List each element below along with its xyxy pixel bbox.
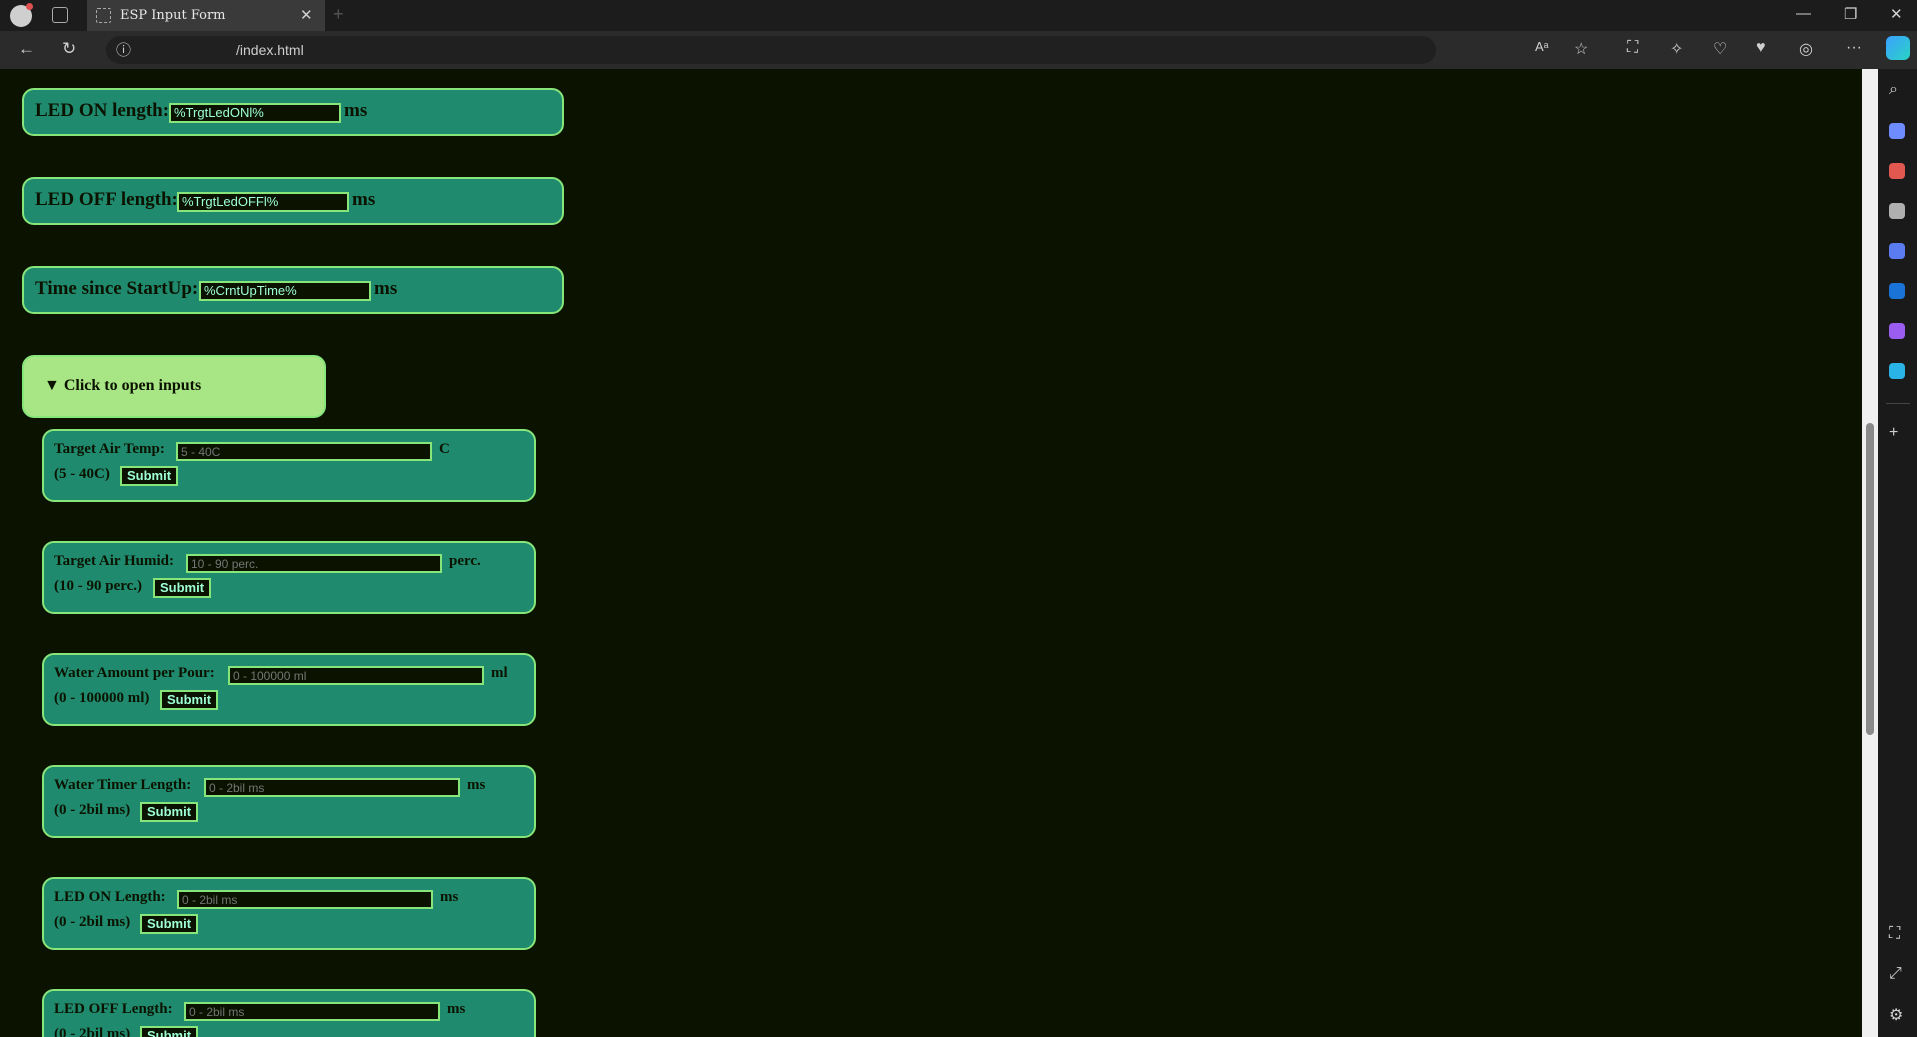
water-timer-input[interactable] [204, 778, 460, 797]
field-unit: ml [491, 665, 508, 681]
submit-button[interactable]: Submit [140, 802, 199, 822]
field-unit: perc. [449, 553, 481, 569]
url-text[interactable]: /index.html [236, 42, 304, 58]
field-range: (0 - 100000 ml) [54, 690, 150, 706]
edge-sidebar: ⌕ + ⛶ ⤢ ⚙ [1878, 69, 1917, 1037]
minimize-icon[interactable]: — [1796, 5, 1811, 22]
read-aloud-icon[interactable]: Aᵃ [1535, 39, 1549, 54]
workspaces-icon[interactable] [52, 7, 68, 23]
status-unit: ms [344, 100, 368, 121]
edge-icon[interactable]: ◎ [1799, 39, 1813, 59]
expand-icon[interactable]: ⛶ [1889, 925, 1900, 943]
form-target-air-humid: Target Air Humid: perc. (10 - 90 perc.) … [42, 541, 536, 614]
split-screen-icon[interactable]: ⛶ [1627, 39, 1638, 57]
microsoft365-icon[interactable] [1889, 243, 1905, 259]
tab-title: ESP Input Form [120, 8, 226, 23]
status-unit: ms [374, 278, 398, 299]
field-label: LED ON Length: [54, 889, 166, 905]
status-led-on-length: LED ON length: %TrgtLedONl% ms [22, 88, 564, 136]
status-value-field: %TrgtLedONl% [169, 103, 341, 123]
search-icon[interactable]: ⌕ [1889, 81, 1898, 99]
sidebar-divider [1886, 403, 1910, 404]
field-range: (0 - 2bil ms) [54, 1026, 131, 1037]
games-icon[interactable] [1889, 203, 1905, 219]
submit-button[interactable]: Submit [140, 914, 199, 934]
copilot-icon[interactable] [1886, 36, 1910, 60]
field-range: (10 - 90 perc.) [54, 578, 143, 594]
field-label: Target Air Humid: [54, 553, 175, 569]
scrollbar-thumb[interactable] [1866, 423, 1874, 735]
field-label: LED OFF Length: [54, 1001, 173, 1017]
field-range: (0 - 2bil ms) [54, 802, 131, 818]
field-unit: ms [467, 777, 486, 793]
form-water-amount-per-pour: Water Amount per Pour: ml (0 - 100000 ml… [42, 653, 536, 726]
status-time-since-startup: Time since StartUp: %CrntUpTime% ms [22, 266, 564, 314]
form-led-on-length: LED ON Length: ms (0 - 2bil ms) Submit [42, 877, 536, 950]
form-led-off-length: LED OFF Length: ms (0 - 2bil ms) Submit [42, 989, 536, 1037]
open-inputs-toggle[interactable]: ▼ Click to open inputs [22, 355, 326, 418]
target-air-temp-input[interactable] [176, 442, 432, 461]
outlook-icon[interactable] [1889, 283, 1905, 299]
health-icon[interactable]: ♥ [1756, 39, 1766, 57]
page-content: LED ON length: %TrgtLedONl% ms LED OFF l… [0, 69, 1862, 1037]
customize-icon[interactable]: ⤢ [1889, 965, 1902, 983]
browser-essentials-icon[interactable]: ♡ [1713, 39, 1727, 59]
form-target-air-temp: Target Air Temp: C (5 - 40C) Submit [42, 429, 536, 502]
site-info-icon[interactable]: ⓘ [116, 39, 131, 60]
back-icon[interactable]: ← [18, 39, 35, 59]
tab-bar: ESP Input Form ✕ + — ❐ ✕ [0, 0, 1917, 31]
form-water-timer-length: Water Timer Length: ms (0 - 2bil ms) Sub… [42, 765, 536, 838]
submit-button[interactable]: Submit [153, 578, 212, 598]
tab-esp-input-form[interactable]: ESP Input Form ✕ [87, 0, 325, 31]
notification-dot [26, 3, 33, 10]
tools-icon[interactable] [1889, 163, 1905, 179]
add-icon[interactable]: + [1889, 424, 1898, 442]
led-off-length-input[interactable] [184, 1002, 440, 1021]
field-range: (5 - 40C) [54, 466, 110, 482]
refresh-icon[interactable]: ↻ [62, 39, 76, 59]
field-unit: ms [447, 1001, 466, 1017]
favorites-icon[interactable]: ✧ [1670, 39, 1683, 59]
settings-gear-icon[interactable]: ⚙ [1889, 1005, 1903, 1025]
submit-button[interactable]: Submit [120, 466, 179, 486]
water-amount-input[interactable] [228, 666, 484, 685]
favorite-star-icon[interactable]: ☆ [1574, 39, 1588, 59]
tab-close-icon[interactable]: ✕ [300, 6, 313, 24]
field-label: Water Amount per Pour: [54, 665, 215, 681]
page-favicon-icon [96, 8, 111, 23]
status-led-off-length: LED OFF length: %TrgtLedOFFl% ms [22, 177, 564, 225]
field-unit: ms [440, 889, 459, 905]
field-unit: C [439, 441, 450, 457]
shopping-tag-icon[interactable] [1889, 123, 1905, 139]
field-label: Water Timer Length: [54, 777, 192, 793]
send-icon[interactable] [1889, 363, 1905, 379]
more-icon[interactable]: ··· [1846, 39, 1862, 57]
status-label: LED ON length: [35, 100, 170, 121]
close-window-icon[interactable]: ✕ [1890, 5, 1903, 23]
address-field[interactable]: ⓘ [106, 36, 1436, 64]
submit-button[interactable]: Submit [160, 690, 219, 710]
led-on-length-input[interactable] [177, 890, 433, 909]
designer-icon[interactable] [1889, 323, 1905, 339]
status-value-field: %TrgtLedOFFl% [177, 192, 349, 212]
submit-button[interactable]: Submit [140, 1026, 199, 1037]
new-tab-button[interactable]: + [333, 4, 344, 25]
restore-icon[interactable]: ❐ [1844, 5, 1857, 23]
address-toolbar: ← ↻ ⓘ /index.html Aᵃ ☆ ⛶ ✧ ♡ ♥ ◎ ··· [0, 31, 1917, 69]
status-label: LED OFF length: [35, 189, 178, 210]
status-unit: ms [352, 189, 376, 210]
status-label: Time since StartUp: [35, 278, 199, 299]
field-range: (0 - 2bil ms) [54, 914, 131, 930]
target-air-humid-input[interactable] [186, 554, 442, 573]
toggle-label: ▼ Click to open inputs [44, 377, 202, 394]
status-value-field: %CrntUpTime% [199, 281, 371, 301]
field-label: Target Air Temp: [54, 441, 165, 457]
page-scrollbar[interactable] [1862, 69, 1878, 1037]
